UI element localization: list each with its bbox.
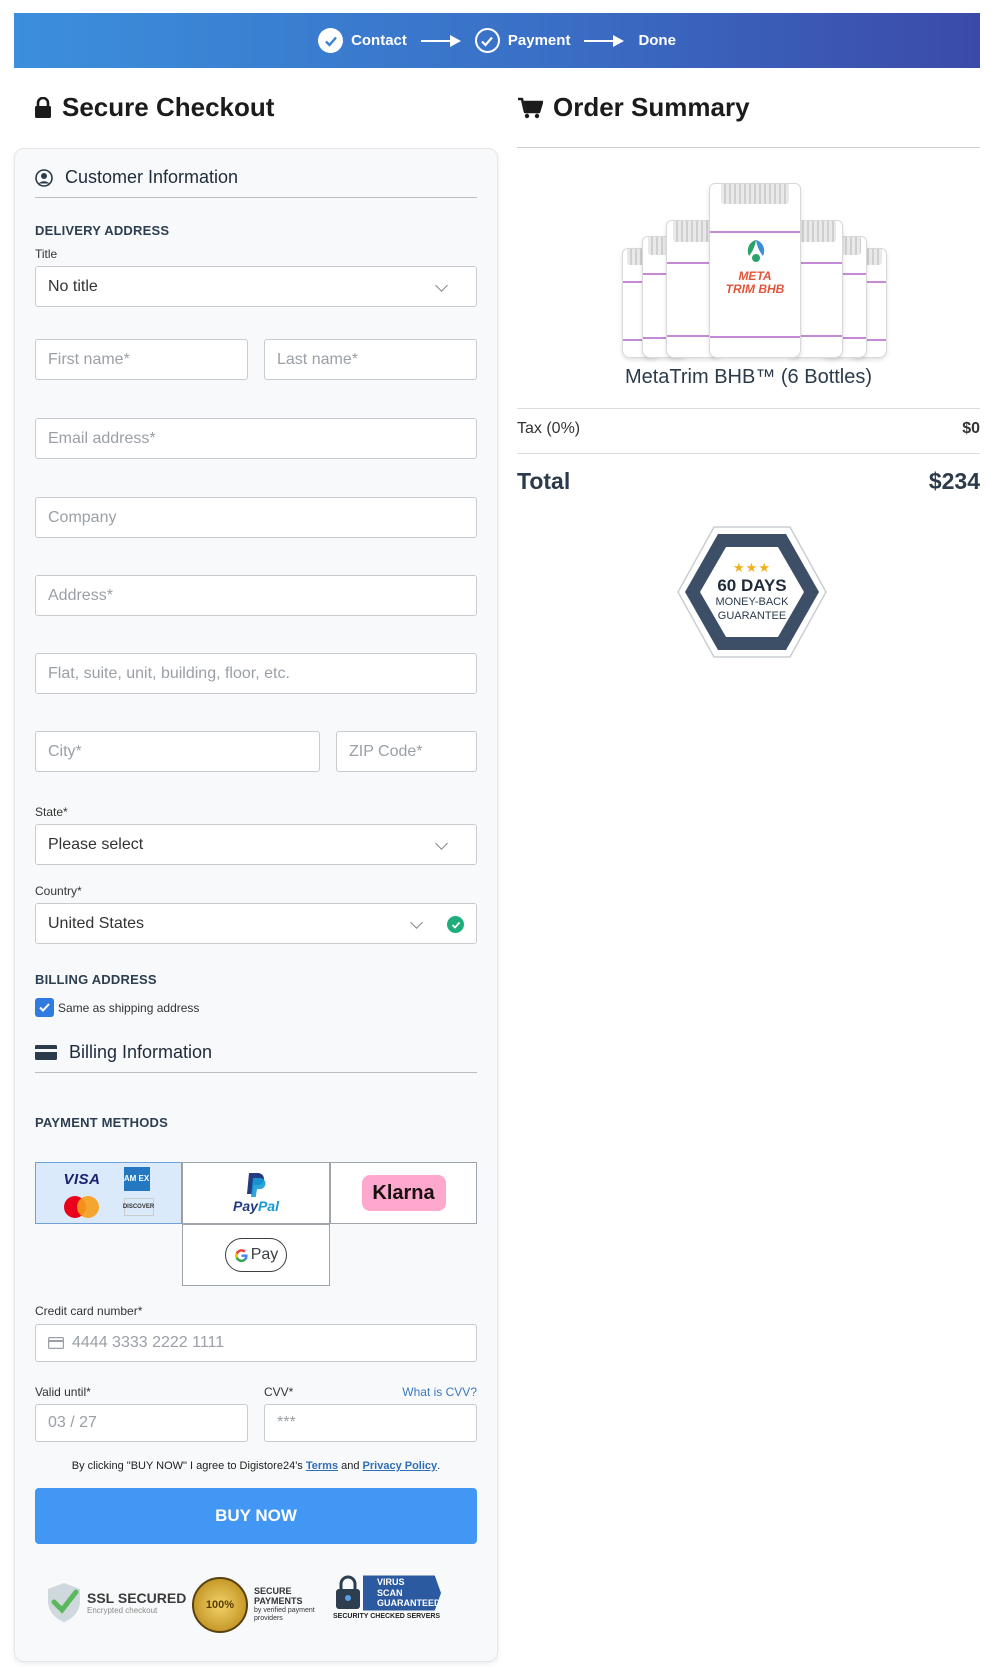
state-select[interactable]: Please select — [35, 824, 477, 865]
valid-check-icon — [447, 916, 464, 933]
country-label: Country* — [35, 884, 82, 898]
same-as-shipping-checkbox-row[interactable]: Same as shipping address — [35, 998, 199, 1017]
zip-code-input[interactable]: ZIP Code* — [336, 731, 477, 772]
checkbox-checked-icon[interactable] — [35, 998, 54, 1017]
product-bottle-front: META TRIM BHB — [709, 183, 801, 358]
visa-logo: VISA — [63, 1170, 101, 1188]
privacy-policy-link[interactable]: Privacy Policy — [363, 1460, 438, 1472]
arrow-right-icon — [420, 34, 461, 47]
product-name: MetaTrim BHB™ (6 Bottles) — [624, 366, 873, 388]
user-circle-icon — [35, 168, 53, 187]
address-input[interactable]: Address* — [35, 575, 477, 616]
secure-checkout-heading: Secure Checkout — [34, 92, 274, 123]
section-divider — [35, 197, 477, 198]
city-input[interactable]: City* — [35, 731, 320, 772]
last-name-input[interactable]: Last name* — [264, 339, 477, 380]
payment-method-paypal[interactable]: PayPal — [182, 1162, 330, 1224]
paypal-wordmark: PayPal — [233, 1198, 279, 1214]
shopping-cart-icon — [518, 97, 543, 118]
customer-information-header: Customer Information — [35, 167, 238, 188]
same-as-shipping-label: Same as shipping address — [58, 1000, 200, 1015]
ssl-secured-badge: SSL SECURED Encrypted checkout — [45, 1581, 186, 1623]
cvv-input[interactable]: *** — [264, 1404, 477, 1442]
cvv-label: CVV* — [264, 1385, 294, 1399]
paypal-icon — [247, 1173, 266, 1197]
virus-scan-badge: VIRUS SCAN GUARANTEED SECURITY CHECKED S… — [333, 1575, 441, 1620]
credit-card-icon — [35, 1045, 57, 1060]
check-circle-outline-icon — [474, 28, 500, 53]
tax-row: Tax (0%) $0 — [517, 420, 980, 438]
flat-suite-input[interactable]: Flat, suite, unit, building, floor, etc. — [35, 653, 477, 694]
tax-label: Tax (0%) — [517, 420, 581, 437]
step-label: Contact — [351, 32, 407, 49]
guarantee-line-2: GUARANTEE — [717, 610, 787, 622]
guarantee-stars: ★★★ — [733, 560, 771, 576]
billing-address-label: BILLING ADDRESS — [35, 972, 157, 987]
valid-until-label: Valid until* — [35, 1385, 91, 1399]
section-divider — [35, 1072, 477, 1073]
email-input[interactable]: Email address* — [35, 418, 477, 459]
payment-method-google-pay[interactable]: Pay — [182, 1224, 330, 1286]
delivery-address-label: DELIVERY ADDRESS — [35, 223, 170, 238]
total-label: Total — [517, 468, 571, 494]
state-label: State* — [35, 805, 68, 819]
google-pay-logo: Pay — [225, 1238, 287, 1272]
credit-card-input[interactable]: 4444 3333 2222 1111 — [35, 1324, 477, 1362]
google-g-icon — [234, 1248, 248, 1262]
terms-link[interactable]: Terms — [306, 1460, 338, 1472]
checkout-form-card: Customer Information DELIVERY ADDRESS Ti… — [14, 148, 498, 1662]
step-done: Done — [638, 32, 676, 49]
step-payment: Payment — [474, 28, 571, 53]
secure-payments-badge: 100% SECURE PAYMENTS by verified payment… — [192, 1577, 324, 1633]
total-row: Total $234 — [517, 468, 980, 495]
credit-card-label: Credit card number* — [35, 1304, 143, 1318]
guarantee-days: 60 DAYS — [717, 576, 787, 596]
step-contact: Contact — [318, 28, 407, 53]
padlock-shield-icon — [336, 1575, 360, 1609]
chevron-down-icon — [435, 279, 448, 292]
klarna-logo: Klarna — [361, 1175, 446, 1211]
guarantee-line-1: MONEY-BACK — [715, 596, 789, 609]
check-circle-icon — [318, 28, 344, 53]
payment-method-card[interactable]: VISA AM EX DISCOVER — [35, 1162, 182, 1224]
valid-until-input[interactable]: 03 / 27 — [35, 1404, 248, 1442]
bottle-label-text: META TRIM BHB — [725, 269, 785, 297]
summary-divider — [517, 453, 980, 454]
chevron-down-icon — [410, 916, 423, 929]
leaf-logo-icon — [747, 240, 765, 262]
total-value: $234 — [928, 468, 980, 494]
card-outline-icon — [48, 1337, 64, 1349]
chevron-down-icon — [435, 837, 448, 850]
lock-icon — [35, 96, 51, 118]
country-select[interactable]: United States — [35, 903, 477, 944]
product-image: META TRIM BHB — [622, 176, 887, 358]
terms-notice: By clicking "BUY NOW" I agree to Digisto… — [71, 1460, 441, 1472]
first-name-input[interactable]: First name* — [35, 339, 248, 380]
discover-logo: DISCOVER — [123, 1198, 154, 1216]
summary-divider — [517, 408, 980, 409]
money-back-guarantee-badge: ★★★ 60 DAYS MONEY-BACK GUARANTEE — [676, 525, 828, 659]
summary-divider — [517, 147, 980, 148]
step-label: Payment — [507, 32, 571, 49]
shield-check-icon — [48, 1583, 80, 1622]
step-label: Done — [638, 32, 676, 49]
mastercard-logo — [63, 1196, 100, 1218]
title-label: Title — [35, 247, 58, 261]
buy-now-button[interactable]: BUY NOW — [35, 1488, 477, 1544]
tax-value: $0 — [962, 420, 980, 437]
order-summary-heading: Order Summary — [517, 92, 750, 123]
payment-methods-label: PAYMENT METHODS — [35, 1115, 169, 1130]
title-select[interactable]: No title — [35, 266, 477, 307]
billing-information-header: Billing Information — [35, 1042, 212, 1063]
payment-method-klarna[interactable]: Klarna — [330, 1162, 477, 1224]
arrow-right-icon — [584, 34, 625, 47]
what-is-cvv-link[interactable]: What is CVV? — [402, 1385, 477, 1399]
company-input[interactable]: Company — [35, 497, 477, 538]
guarantee-seal-icon: 100% — [192, 1577, 248, 1633]
checkout-progress-bar: Contact Payment Done — [14, 13, 980, 68]
amex-logo: AM EX — [123, 1167, 150, 1191]
